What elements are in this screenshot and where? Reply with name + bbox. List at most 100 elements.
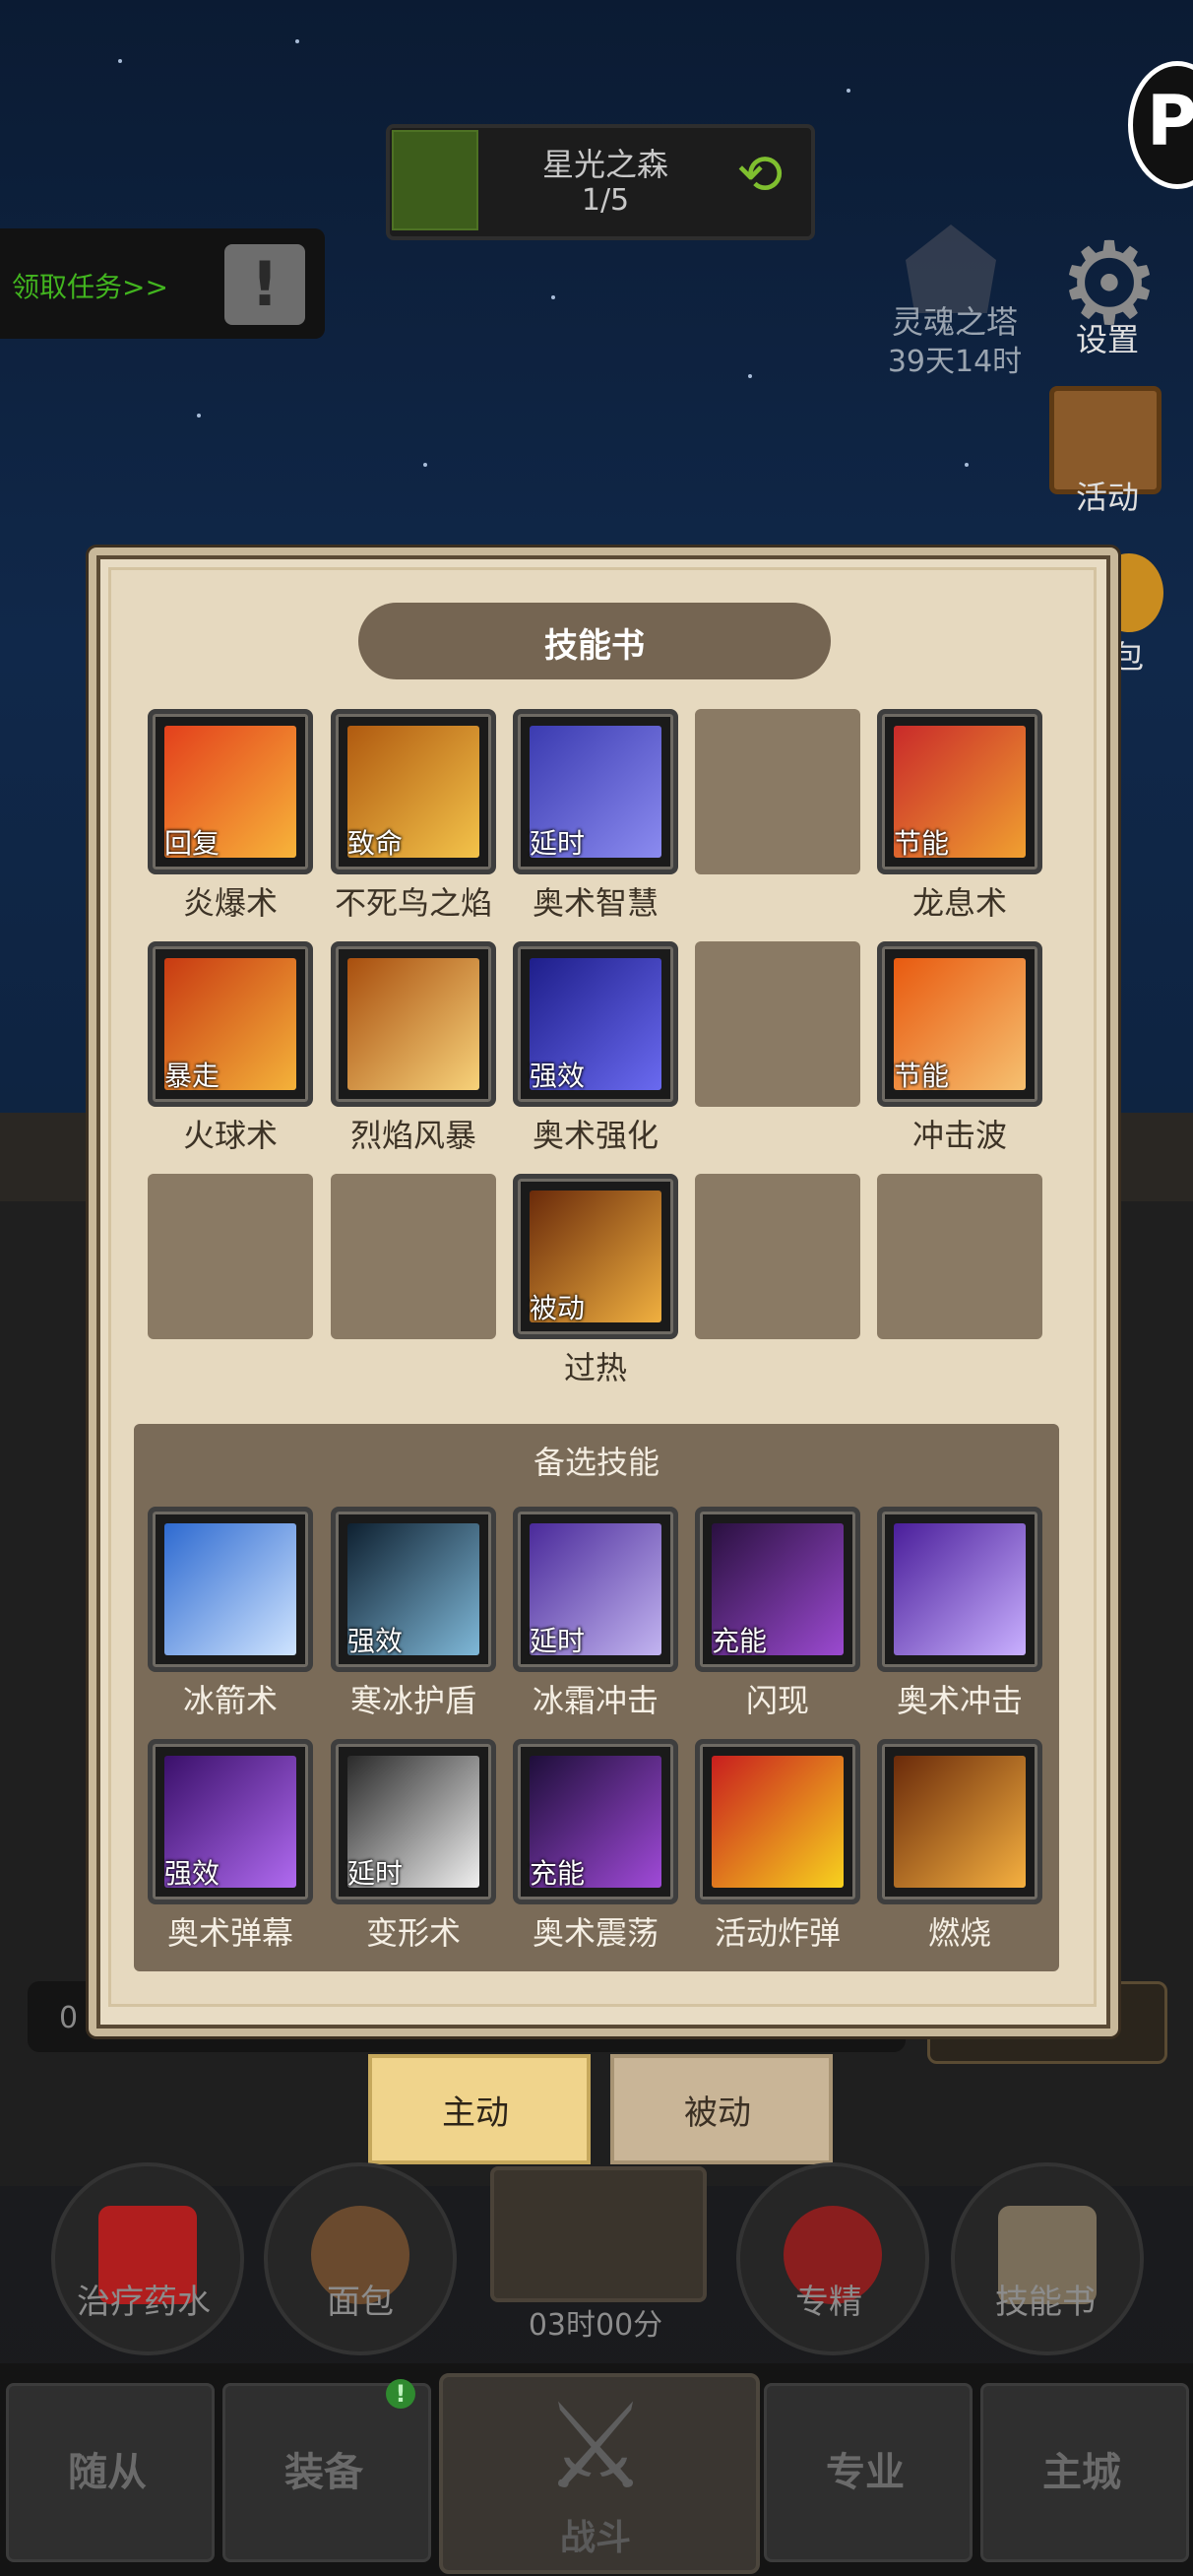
skill-tag: 致命	[347, 827, 404, 860]
alternate-skill-slot[interactable]: 强效	[148, 1739, 313, 1904]
skill-tag: 节能	[894, 1060, 950, 1092]
skill-name: 过热	[563, 1349, 627, 1386]
settings-label[interactable]: 设置	[1043, 315, 1171, 360]
star	[295, 39, 299, 43]
alternate-skill-name: 奥术冲击	[896, 1682, 1023, 1719]
refresh-icon[interactable]: ⟲	[728, 144, 791, 207]
skill-slot[interactable]: 强效	[513, 941, 678, 1107]
skill-slot[interactable]: 暴走	[148, 941, 313, 1107]
skill-name: 冲击波	[911, 1117, 1007, 1154]
skill-tag: 强效	[164, 1857, 220, 1890]
alternate-skills-title: 备选技能	[533, 1444, 659, 1481]
skill-slot[interactable]: 被动	[513, 1174, 678, 1339]
skillbook-button[interactable]	[951, 2162, 1144, 2355]
alternate-skill-name: 奥术震荡	[532, 1914, 659, 1952]
empty-skill-slot[interactable]	[695, 941, 860, 1107]
stage-thumbnail	[392, 130, 478, 230]
alternate-skill-name: 变形术	[365, 1914, 461, 1952]
skill-tag: 延时	[530, 1625, 586, 1657]
skill-slot[interactable]: 延时	[513, 709, 678, 874]
alternate-skill-name: 燃烧	[927, 1914, 991, 1952]
background-input-text: 0	[59, 2001, 79, 2035]
alternate-skill-name: 冰箭术	[182, 1682, 278, 1719]
skill-tag: 强效	[530, 1060, 586, 1092]
skill-name: 龙息术	[911, 884, 1007, 922]
skill-tag: 暴走	[164, 1060, 220, 1092]
activity-label[interactable]: 活动	[1043, 473, 1171, 518]
panel-title: 技能书	[544, 626, 645, 666]
skill-art-icon	[347, 958, 479, 1090]
alternate-skill-slot[interactable]	[695, 1739, 860, 1904]
alternate-skill-slot[interactable]	[148, 1507, 313, 1672]
skill-art-icon	[164, 1523, 296, 1655]
notification-badge: !	[386, 2379, 415, 2409]
chest-timer: 03时00分	[528, 2308, 663, 2343]
star	[423, 463, 427, 467]
alternate-skill-slot[interactable]: 延时	[331, 1739, 496, 1904]
skill-name: 火球术	[182, 1117, 278, 1154]
skill-tag: 回复	[164, 827, 220, 860]
alternate-skill-slot[interactable]	[877, 1739, 1042, 1904]
skill-tag: 充能	[712, 1625, 768, 1657]
empty-skill-slot[interactable]	[331, 1174, 496, 1339]
skill-name: 奥术强化	[532, 1117, 659, 1154]
nav-main-city-label[interactable]: 主城	[980, 2440, 1183, 2497]
tower-timer: 39天14时	[887, 345, 1023, 379]
potion-button[interactable]	[51, 2162, 244, 2355]
mastery-label: 专精	[795, 2283, 862, 2322]
mastery-button[interactable]	[736, 2162, 929, 2355]
skill-slot[interactable]	[331, 941, 496, 1107]
skill-tag: 节能	[894, 827, 950, 860]
alternate-skill-name: 闪现	[745, 1682, 809, 1719]
skill-tag: 被动	[530, 1292, 586, 1324]
alternate-skill-slot[interactable]: 充能	[695, 1507, 860, 1672]
skill-art-icon	[712, 1756, 844, 1888]
exclamation-icon[interactable]: !	[224, 244, 305, 325]
stage-progress: 1/5	[581, 183, 630, 218]
star	[748, 374, 752, 378]
alternate-skill-slot[interactable]: 强效	[331, 1507, 496, 1672]
alternate-skill-slot[interactable]	[877, 1507, 1042, 1672]
skill-slot[interactable]: 致命	[331, 709, 496, 874]
skill-art-icon	[894, 1523, 1026, 1655]
skill-name: 奥术智慧	[532, 884, 659, 922]
skill-slot[interactable]: 节能	[877, 941, 1042, 1107]
tab-passive-label[interactable]: 被动	[610, 2086, 825, 2134]
skill-tag: 充能	[530, 1857, 586, 1890]
nav-equipment-label[interactable]: 装备	[222, 2440, 425, 2497]
alternate-skill-name: 活动炸弹	[714, 1914, 841, 1952]
skill-tag: 强效	[347, 1625, 404, 1657]
empty-skill-slot[interactable]	[148, 1174, 313, 1339]
skill-tag: 延时	[530, 827, 586, 860]
nav-battle-label[interactable]: 战斗	[439, 2509, 752, 2560]
skill-name: 炎爆术	[182, 884, 278, 922]
nav-profession-label[interactable]: 专业	[764, 2440, 967, 2497]
stage-name: 星光之森	[541, 146, 668, 183]
empty-skill-slot[interactable]	[877, 1174, 1042, 1339]
skill-slot[interactable]: 回复	[148, 709, 313, 874]
star	[965, 463, 969, 467]
alternate-skill-name: 寒冰护盾	[349, 1682, 476, 1719]
skill-slot[interactable]: 节能	[877, 709, 1042, 874]
bread-button[interactable]	[264, 2162, 457, 2355]
alternate-skill-slot[interactable]: 延时	[513, 1507, 678, 1672]
alternate-skill-name: 冰霜冲击	[532, 1682, 659, 1719]
alternate-skill-slot[interactable]: 充能	[513, 1739, 678, 1904]
alternate-skill-name: 奥术弹幕	[166, 1914, 293, 1952]
nav-followers-label[interactable]: 随从	[6, 2440, 209, 2497]
skill-name: 不死鸟之焰	[334, 884, 492, 922]
empty-skill-slot[interactable]	[695, 709, 860, 874]
quest-label[interactable]: 领取任务>>	[12, 266, 168, 305]
star	[551, 295, 555, 299]
treasure-chest-icon[interactable]	[490, 2166, 707, 2302]
star	[847, 89, 850, 93]
star	[197, 414, 201, 418]
star	[118, 59, 122, 63]
skill-art-icon	[894, 1756, 1026, 1888]
tab-active-label[interactable]: 主动	[368, 2086, 583, 2134]
potion-label: 治疗药水	[77, 2283, 211, 2322]
bread-label: 面包	[327, 2283, 394, 2322]
empty-skill-slot[interactable]	[695, 1174, 860, 1339]
skill-name: 烈焰风暴	[349, 1117, 476, 1154]
crossed-swords-icon: ⚔	[542, 2379, 649, 2516]
